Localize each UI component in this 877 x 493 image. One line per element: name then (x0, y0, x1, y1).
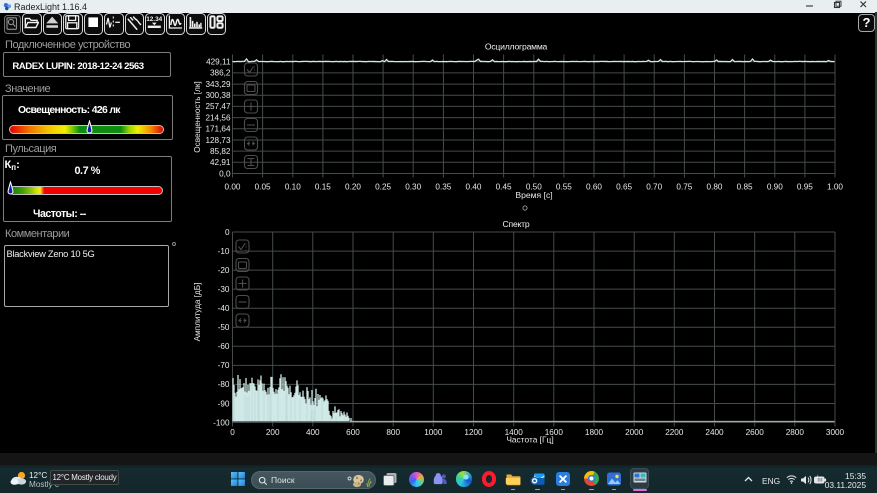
svg-text:0.80: 0.80 (707, 183, 723, 192)
svg-text:3000: 3000 (826, 428, 845, 437)
svg-text:-40: -40 (218, 304, 230, 313)
svg-text:1200: 1200 (464, 428, 483, 437)
svg-text:42,91: 42,91 (210, 158, 231, 167)
svg-text:2000: 2000 (625, 428, 644, 437)
svg-text:429,11: 429,11 (206, 58, 231, 67)
svg-text:2600: 2600 (746, 428, 765, 437)
svg-text:1.00: 1.00 (827, 183, 843, 192)
svg-text:Осциллограмма: Осциллограмма (485, 42, 548, 52)
svg-text:-20: -20 (218, 266, 230, 275)
svg-text:1000: 1000 (424, 428, 443, 437)
svg-text:0.40: 0.40 (466, 183, 482, 192)
svg-text:0: 0 (225, 228, 230, 237)
svg-text:-90: -90 (218, 399, 230, 408)
svg-text:0.65: 0.65 (616, 183, 632, 192)
svg-text:0.45: 0.45 (496, 183, 512, 192)
svg-text:0.30: 0.30 (405, 183, 421, 192)
svg-text:85,82: 85,82 (210, 147, 231, 156)
svg-text:214,56: 214,56 (205, 113, 230, 122)
svg-text:171,64: 171,64 (205, 125, 230, 134)
svg-text:12.34: 12.34 (146, 16, 162, 23)
svg-text:600: 600 (346, 428, 360, 437)
svg-text:0.35: 0.35 (435, 183, 451, 192)
svg-text:0.00: 0.00 (225, 183, 241, 192)
svg-text:-50: -50 (218, 323, 230, 332)
svg-text:1800: 1800 (585, 428, 604, 437)
svg-text:257,47: 257,47 (205, 102, 230, 111)
svg-text:343,29: 343,29 (205, 80, 230, 89)
svg-text:-70: -70 (218, 361, 230, 370)
svg-text:0.60: 0.60 (586, 183, 602, 192)
svg-text:2800: 2800 (786, 428, 805, 437)
svg-text:0.25: 0.25 (375, 183, 391, 192)
svg-text:0.95: 0.95 (797, 183, 813, 192)
svg-text:0,0: 0,0 (219, 169, 231, 178)
svg-text:0.15: 0.15 (315, 183, 331, 192)
svg-text:128,73: 128,73 (205, 136, 230, 145)
svg-text:-60: -60 (218, 342, 230, 351)
svg-text:Частота [Гц]: Частота [Гц] (506, 435, 553, 445)
svg-text:-30: -30 (218, 285, 230, 294)
svg-text:-80: -80 (218, 380, 230, 389)
svg-text:0.85: 0.85 (737, 183, 753, 192)
svg-text:-10: -10 (218, 247, 230, 256)
svg-text:0.90: 0.90 (767, 183, 783, 192)
svg-text:0.70: 0.70 (646, 183, 662, 192)
svg-text:200: 200 (266, 428, 280, 437)
svg-text:0.05: 0.05 (255, 183, 271, 192)
svg-text:0.10: 0.10 (285, 183, 301, 192)
svg-text:800: 800 (386, 428, 400, 437)
svg-text:2200: 2200 (665, 428, 684, 437)
svg-text:-100: -100 (213, 418, 230, 427)
svg-text:Время [с]: Время [с] (515, 190, 552, 200)
svg-text:386,2: 386,2 (210, 69, 231, 78)
svg-text:Освещенность [лк]: Освещенность [лк] (193, 81, 202, 152)
svg-text:Амплитуда [дБ]: Амплитуда [дБ] (193, 283, 202, 342)
svg-text:Спектр: Спектр (502, 219, 529, 229)
svg-text:0.55: 0.55 (556, 183, 572, 192)
svg-text:400: 400 (306, 428, 320, 437)
svg-text:0.75: 0.75 (676, 183, 692, 192)
svg-text:300,38: 300,38 (205, 91, 230, 100)
svg-text:0: 0 (230, 428, 235, 437)
svg-text:2400: 2400 (705, 428, 724, 437)
svg-text:0.20: 0.20 (345, 183, 361, 192)
